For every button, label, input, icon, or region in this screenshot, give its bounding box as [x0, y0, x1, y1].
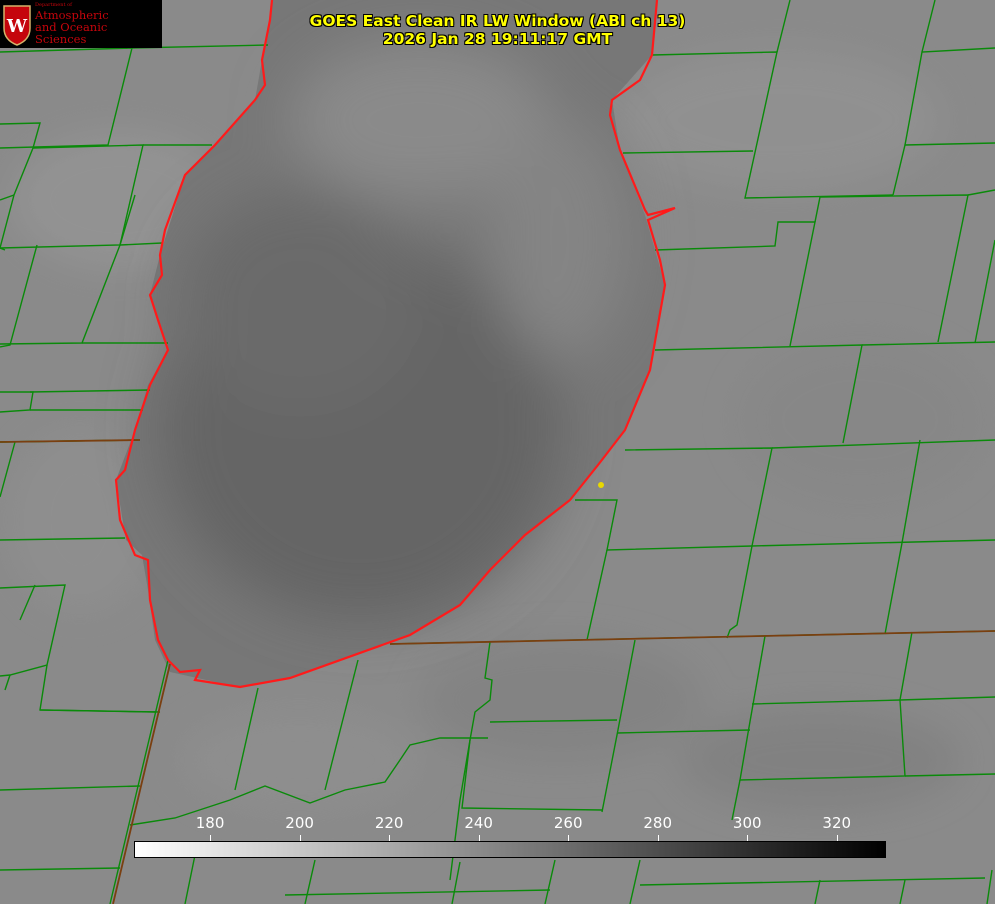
- colorbar-tick-label: 300: [732, 814, 762, 832]
- colorbar-tick-label: 180: [195, 814, 225, 832]
- uw-aos-logo: W Department of Atmospheric and Oceanic …: [0, 0, 162, 48]
- temperature-colorbar: [134, 841, 886, 858]
- colorbar-tick-label: 220: [374, 814, 404, 832]
- uw-crest-icon: W: [2, 2, 32, 46]
- colorbar-tick-label: 280: [643, 814, 673, 832]
- colorbar-tick-label: 260: [553, 814, 583, 832]
- satellite-image: [0, 0, 995, 904]
- image-title: GOES East Clean IR LW Window (ABI ch 13)…: [300, 12, 695, 48]
- title-product: GOES East Clean IR LW Window (ABI ch 13): [309, 12, 686, 30]
- logo-text: Department of Atmospheric and Oceanic Sc…: [35, 3, 162, 46]
- colorbar-tick-label: 240: [464, 814, 493, 832]
- title-timestamp: 2026 Jan 28 19:11:17 GMT: [382, 30, 613, 48]
- logo-line-2: and Oceanic Sciences: [35, 19, 108, 46]
- logo-line-1: Atmospheric: [35, 7, 109, 22]
- svg-text:W: W: [6, 16, 28, 37]
- colorbar-tick-label: 200: [285, 814, 314, 832]
- station-marker: [598, 482, 604, 488]
- colorbar-tick-label: 320: [822, 814, 852, 832]
